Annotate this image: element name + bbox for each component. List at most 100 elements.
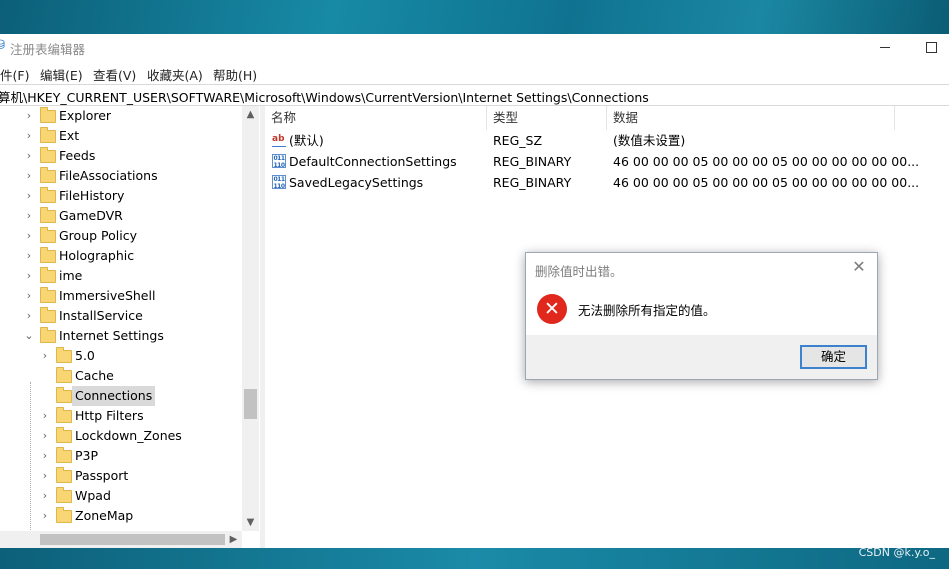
tree-item-label: Holographic [59,248,135,263]
tree-item[interactable]: › Explorer [0,106,242,126]
tree-vertical-scrollbar[interactable]: ▲ ▼ [242,106,259,531]
tree-item[interactable]: Cache [0,366,242,386]
chevron-right-icon[interactable]: › [24,266,34,286]
scrollbar-thumb[interactable] [244,389,257,419]
menu-favorites[interactable]: 收藏夹(A) [147,65,203,84]
menu-edit[interactable]: 编辑(E) [40,65,83,84]
tree-item-label: Ext [59,128,80,143]
folder-icon [56,447,72,463]
table-row[interactable]: 011 110 DefaultConnectionSettings REG_BINAR… [265,151,919,172]
chevron-right-icon[interactable]: › [24,226,34,246]
cell-type: REG_BINARY [493,175,572,190]
column-header-type[interactable]: 类型 [487,106,607,130]
tree-item[interactable]: Connections [0,386,242,406]
tree-item-label: Lockdown_Zones [75,428,182,443]
dialog-message: 无法删除所有指定的值。 [578,303,716,318]
tree-item-label: Group Policy [59,228,137,243]
tree-item[interactable]: › P3P [0,446,242,466]
tree-item-label: ImmersiveShell [59,288,156,303]
chevron-right-icon[interactable]: › [24,126,34,146]
desktop-background-top [0,0,949,34]
scroll-down-icon[interactable]: ▼ [242,514,259,531]
chevron-right-icon[interactable]: › [40,446,50,466]
tree-item[interactable]: › ime [0,266,242,286]
tree-item[interactable]: › Group Policy [0,226,242,246]
ok-button[interactable]: 确定 [800,345,867,369]
close-icon[interactable]: ✕ [849,257,869,277]
table-row[interactable]: ab (默认) REG_SZ (数值未设置) [265,130,895,151]
string-value-icon: ab [272,133,286,147]
chevron-right-icon[interactable]: › [24,246,34,266]
tree-item[interactable]: › Holographic [0,246,242,266]
cell-name: DefaultConnectionSettings [289,154,457,169]
tree-item[interactable]: › Ext [0,126,242,146]
chevron-right-icon[interactable]: › [40,486,50,506]
tree-item[interactable]: › Passport [0,466,242,486]
window-title: 注册表编辑器 [10,42,86,57]
tree-item-label: Http Filters [75,408,144,423]
tree-horizontal-scrollbar[interactable]: ▶ [0,531,242,548]
tree-item[interactable]: › 5.0 [0,346,242,366]
chevron-right-icon[interactable]: › [40,466,50,486]
cell-type: REG_BINARY [493,154,572,169]
title-bar: ⛁ 注册表编辑器 [0,34,949,60]
cell-type: REG_SZ [493,133,543,148]
menu-bar: 件(F) 编辑(E) 查看(V) 收藏夹(A) 帮助(H) [0,63,949,83]
folder-icon [56,387,72,403]
chevron-right-icon[interactable]: › [24,206,34,226]
chevron-right-icon[interactable]: › [24,106,34,126]
chevron-right-icon[interactable]: › [24,286,34,306]
chevron-down-icon[interactable]: ⌄ [24,326,34,346]
folder-icon [56,467,72,483]
folder-icon [40,327,56,343]
chevron-right-icon[interactable]: › [24,186,34,206]
chevron-right-icon[interactable]: › [40,506,50,526]
chevron-right-icon[interactable]: › [40,346,50,366]
cell-data: (数值未设置) [613,133,686,148]
column-header-data[interactable]: 数据 [607,106,895,130]
table-row[interactable]: 011 110 SavedLegacySettings REG_BINARY 46 00… [265,172,919,193]
tree-item-label: Internet Settings [59,328,164,343]
folder-icon [56,367,72,383]
tree-item-label: Cache [75,368,114,383]
binary-value-icon: 011 110 [272,175,286,190]
maximize-button[interactable] [908,34,949,60]
tree-item[interactable]: › FileHistory [0,186,242,206]
scrollbar-thumb[interactable] [40,534,225,545]
menu-view[interactable]: 查看(V) [93,65,136,84]
tree-item[interactable]: › FileAssociations [0,166,242,186]
scroll-right-icon[interactable]: ▶ [225,531,242,548]
chevron-right-icon[interactable]: › [40,406,50,426]
tree-item[interactable]: › InstallService [0,306,242,326]
menu-help[interactable]: 帮助(H) [213,65,257,84]
tree-item-label: GameDVR [59,208,123,223]
folder-icon [40,127,56,143]
tree-item[interactable]: › GameDVR [0,206,242,226]
tree-item-label: Wpad [75,488,111,503]
tree-item[interactable]: › ZoneMap [0,506,242,526]
address-path: 算机\HKEY_CURRENT_USER\SOFTWARE\Microsoft\… [0,90,649,105]
chevron-right-icon[interactable]: › [24,146,34,166]
chevron-right-icon[interactable]: › [40,426,50,446]
scroll-up-icon[interactable]: ▲ [242,106,259,123]
chevron-right-icon[interactable]: › [24,306,34,326]
folder-icon [56,427,72,443]
watermark: CSDN @k.y.o_ [858,546,935,559]
cell-name: (默认) [289,133,324,148]
tree-item[interactable]: ⌄ Internet Settings [0,326,242,346]
tree-item[interactable]: › Http Filters [0,406,242,426]
address-bar[interactable]: 算机\HKEY_CURRENT_USER\SOFTWARE\Microsoft\… [0,84,949,106]
tree-item[interactable]: › Lockdown_Zones [0,426,242,446]
tree-item[interactable]: › ImmersiveShell [0,286,242,306]
tree-item-label: Explorer [59,108,112,123]
regedit-app-icon: ⛁ [0,39,8,53]
tree-item[interactable]: › Wpad [0,486,242,506]
dialog-footer: 确定 [526,335,877,379]
chevron-right-icon[interactable]: › [24,166,34,186]
tree-item[interactable]: › Feeds [0,146,242,166]
tree-item-label: FileAssociations [59,168,158,183]
column-header-name[interactable]: 名称 [265,106,487,130]
tree-item-label: ime [59,268,83,283]
minimize-button[interactable] [862,34,908,60]
menu-file[interactable]: 件(F) [0,65,29,84]
